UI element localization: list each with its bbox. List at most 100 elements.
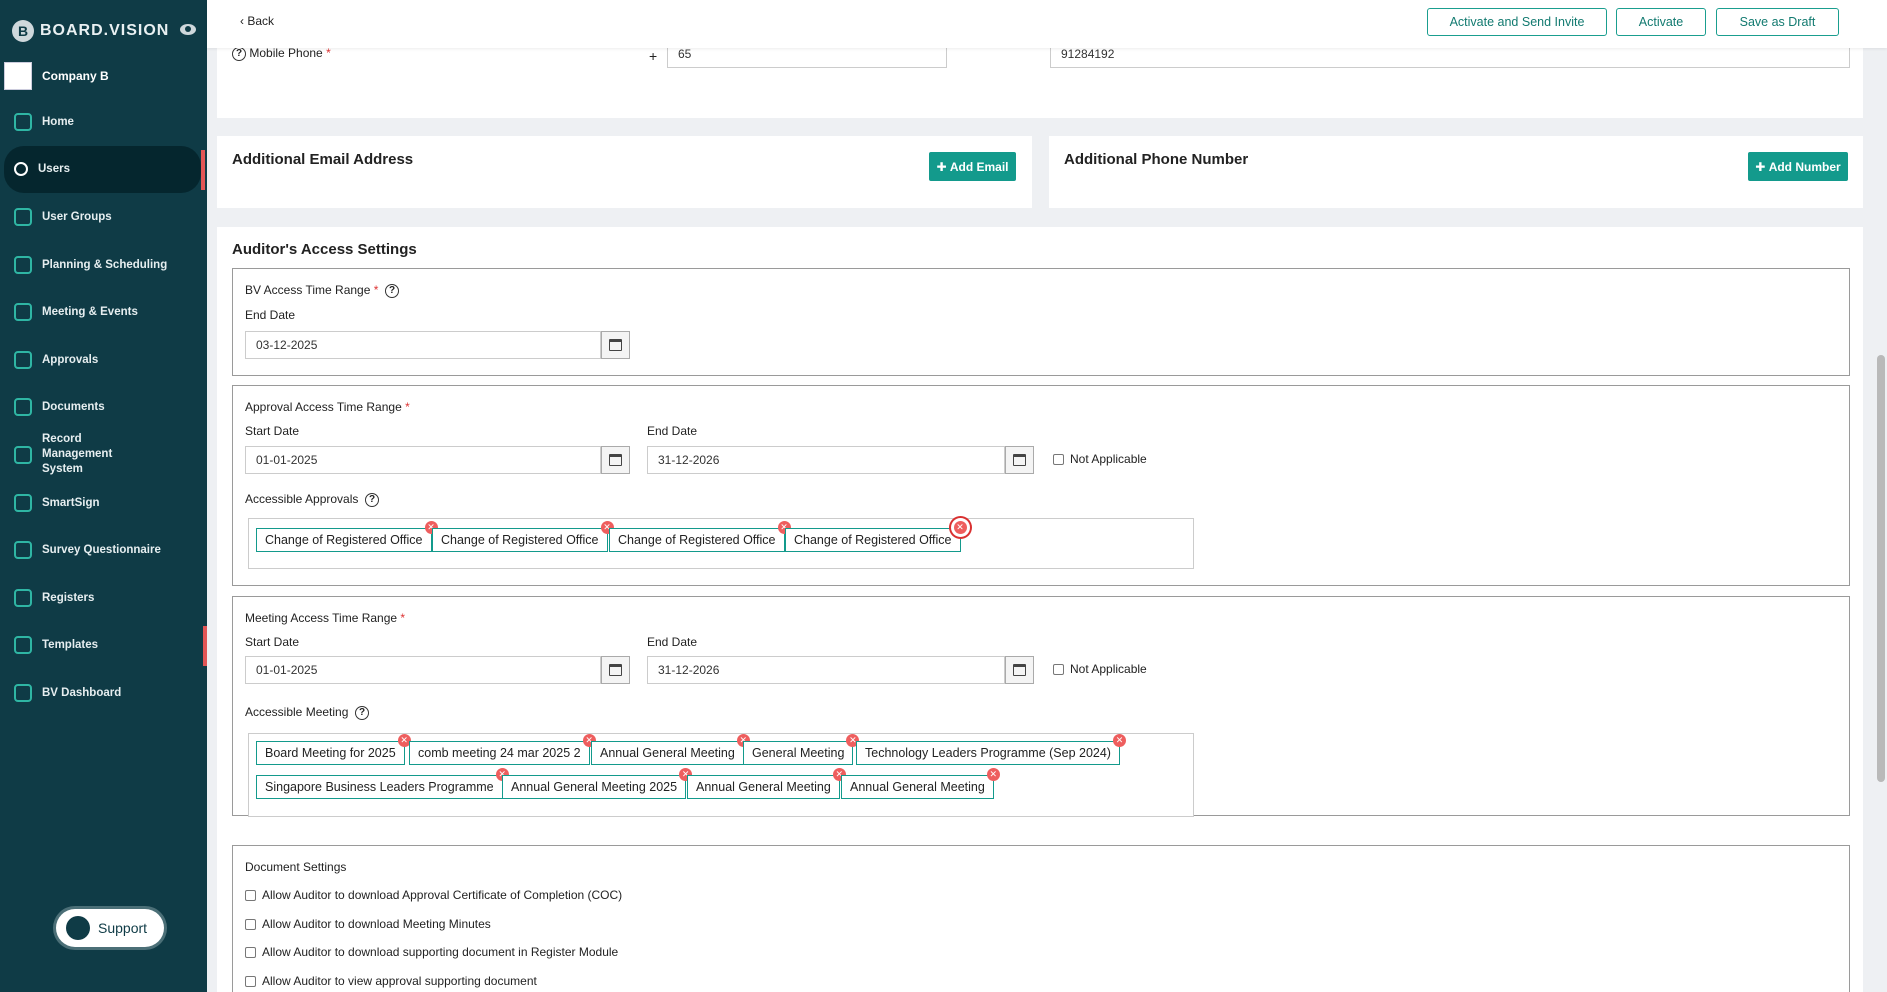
visibility-toggle-icon[interactable]: [180, 24, 196, 35]
allow-register-doc-download-checkbox[interactable]: Allow Auditor to download supporting doc…: [245, 945, 618, 959]
template-icon: [14, 636, 32, 655]
checkbox-box[interactable]: [1053, 663, 1064, 675]
checkbox-box[interactable]: [245, 975, 256, 987]
sidebar-item-planning[interactable]: Planning & Scheduling: [0, 241, 207, 289]
remove-tag-icon[interactable]: ✕: [953, 521, 967, 534]
checkbox-label: Not Applicable: [1070, 662, 1147, 676]
record-icon: [14, 445, 32, 464]
calendar-icon[interactable]: [1005, 656, 1034, 684]
sidebar-item-home[interactable]: Home: [0, 98, 207, 146]
accessible-meeting-label: Accessible Meeting ?: [245, 705, 370, 720]
add-email-button[interactable]: ✚ Add Email: [929, 152, 1016, 181]
additional-phone-title: Additional Phone Number: [1064, 151, 1249, 168]
sidebar-item-label: Home: [42, 115, 74, 128]
sidebar: B BOARD.VISION Company B Home Users User…: [0, 0, 207, 992]
allow-coc-download-checkbox[interactable]: Allow Auditor to download Approval Certi…: [245, 888, 622, 902]
sidebar-item-label: Survey Questionnaire: [42, 544, 161, 557]
registers-icon: [14, 588, 32, 607]
accessible-meeting-field[interactable]: Board Meeting for 2025 ✕ comb meeting 24 …: [248, 733, 1194, 817]
calendar-icon[interactable]: [601, 331, 630, 359]
additional-email-title: Additional Email Address: [232, 151, 414, 168]
additional-phone-card: Additional Phone Number ✚ Add Number: [1049, 136, 1863, 208]
company-switcher[interactable]: Company B: [4, 62, 109, 90]
remove-tag-icon[interactable]: ✕: [986, 768, 1000, 781]
meeting-access-section: Meeting Access Time Range * Start Date 0…: [232, 596, 1850, 817]
tag-label: Singapore Business Leaders Programme: [265, 780, 494, 794]
checkbox-box[interactable]: [245, 946, 256, 958]
help-icon[interactable]: ?: [232, 46, 246, 61]
meeting-start-date-label: Start Date: [245, 635, 300, 649]
calendar-icon[interactable]: [601, 446, 630, 474]
approval-end-date-input[interactable]: 31-12-2026: [647, 446, 1005, 474]
checkbox-box[interactable]: [1053, 453, 1064, 465]
required-mark: *: [400, 611, 406, 625]
sidebar-item-approvals[interactable]: Approvals: [0, 336, 207, 384]
sidebar-item-documents[interactable]: Documents: [0, 384, 207, 432]
dashboard-icon: [14, 683, 32, 702]
sidebar-item-user-groups[interactable]: User Groups: [0, 193, 207, 241]
users-icon: [14, 207, 32, 226]
meeting-tag: General Meeting ✕: [743, 734, 860, 765]
sign-icon: [14, 493, 32, 512]
bv-end-date-input[interactable]: 03-12-2025: [245, 331, 601, 359]
calendar-icon[interactable]: [1005, 446, 1034, 474]
checkbox-label: Not Applicable: [1070, 452, 1147, 466]
approval-start-date-input[interactable]: 01-01-2025: [245, 446, 601, 474]
meeting-access-text: Meeting Access Time Range: [245, 611, 398, 625]
activate-send-invite-button[interactable]: Activate and Send Invite: [1427, 8, 1607, 36]
meeting-tag: comb meeting 24 mar 2025 2 ✕: [409, 734, 596, 765]
help-icon[interactable]: ?: [385, 283, 400, 298]
tag-label: Annual General Meeting: [850, 780, 985, 794]
allow-approval-doc-view-checkbox[interactable]: Allow Auditor to view approval supportin…: [245, 974, 537, 988]
sidebar-item-meetings[interactable]: Meeting & Events: [0, 288, 207, 336]
checkbox-label: Allow Auditor to download Meeting Minute…: [262, 917, 491, 931]
tag-label: Annual General Meeting: [696, 780, 831, 794]
accessible-approvals-field[interactable]: Change of Registered Office ✕ Change of R…: [248, 518, 1194, 569]
sidebar-item-templates[interactable]: Templates: [0, 622, 207, 670]
meeting-not-applicable-checkbox[interactable]: Not Applicable: [1053, 662, 1147, 676]
add-number-button[interactable]: ✚ Add Number: [1748, 152, 1848, 181]
sidebar-item-registers[interactable]: Registers: [0, 574, 207, 622]
meeting-tag: Annual General Meeting ✕: [591, 734, 750, 765]
document-settings-section: Document Settings Allow Auditor to downl…: [232, 845, 1850, 992]
meeting-tag: Annual General Meeting ✕: [687, 768, 846, 799]
checkbox-label: Allow Auditor to download supporting doc…: [262, 945, 619, 959]
checkbox-box[interactable]: [245, 918, 256, 930]
activate-button[interactable]: Activate: [1616, 8, 1706, 36]
approval-access-label: Approval Access Time Range *: [245, 400, 410, 414]
meeting-tag: Board Meeting for 2025 ✕: [256, 734, 411, 765]
sidebar-item-smartsign[interactable]: SmartSign: [0, 479, 207, 527]
approval-not-applicable-checkbox[interactable]: Not Applicable: [1053, 452, 1147, 466]
meeting-end-date-input[interactable]: 31-12-2026: [647, 656, 1005, 684]
checkbox-label: Allow Auditor to download Approval Certi…: [262, 888, 623, 902]
save-draft-button[interactable]: Save as Draft: [1716, 8, 1839, 36]
home-icon: [14, 112, 32, 131]
support-label: Support: [98, 920, 148, 936]
help-icon[interactable]: ?: [365, 492, 380, 507]
allow-minutes-download-checkbox[interactable]: Allow Auditor to download Meeting Minute…: [245, 917, 491, 931]
required-mark: *: [405, 400, 410, 414]
page-scrollbar[interactable]: [1877, 355, 1885, 782]
meeting-start-date-input[interactable]: 01-01-2025: [245, 656, 601, 684]
sidebar-item-records[interactable]: Record Management System: [0, 431, 207, 479]
remove-tag-icon[interactable]: ✕: [1112, 734, 1126, 747]
topbar: ‹ Back Activate and Send Invite Activate…: [207, 0, 1887, 48]
checkbox-box[interactable]: [245, 889, 256, 901]
tag-label: Board Meeting for 2025: [265, 746, 396, 760]
sidebar-item-survey[interactable]: Survey Questionnaire: [0, 526, 207, 574]
sidebar-item-label: User Groups: [42, 210, 112, 223]
support-button[interactable]: Support: [56, 909, 164, 947]
auditor-access-card: Auditor's Access Settings BV Access Time…: [217, 227, 1863, 992]
accessible-approvals-text: Accessible Approvals: [245, 492, 359, 506]
brand[interactable]: B BOARD.VISION: [12, 20, 169, 42]
back-link[interactable]: ‹ Back: [240, 14, 274, 28]
meeting-access-label: Meeting Access Time Range *: [245, 611, 405, 625]
sidebar-item-users[interactable]: Users: [4, 145, 205, 194]
help-icon[interactable]: ?: [355, 705, 370, 720]
approval-tag: Change of Registered Office ✕: [609, 521, 791, 552]
chart-icon: [14, 255, 32, 274]
accessible-approvals-label: Accessible Approvals ?: [245, 492, 380, 507]
sidebar-item-dashboard[interactable]: BV Dashboard: [0, 669, 207, 717]
calendar-icon[interactable]: [601, 656, 630, 684]
approval-tag: Change of Registered Office ✕: [256, 521, 438, 552]
